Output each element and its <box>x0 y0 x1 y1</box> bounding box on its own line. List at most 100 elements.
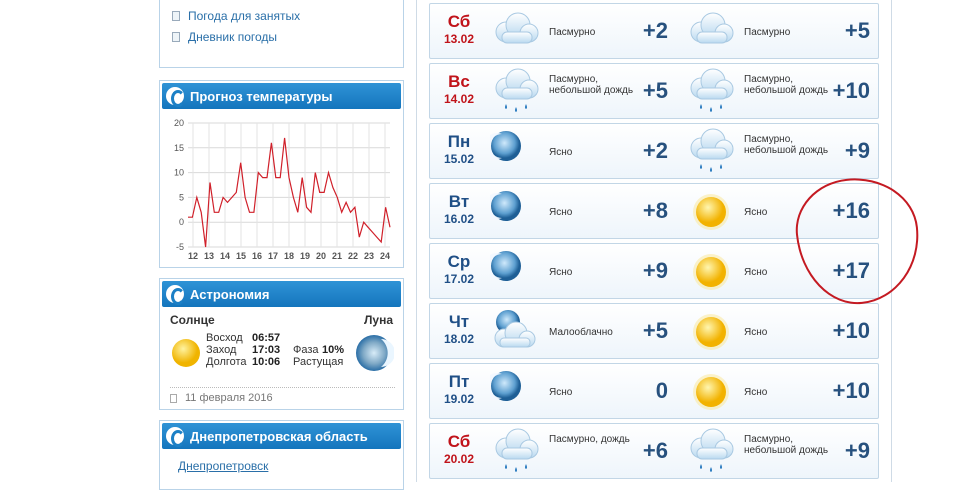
astronomy-box: Астрономия Солнце Луна Восход 06:57 Захо… <box>159 278 404 410</box>
forecast-row[interactable]: Сб 20.02 Пасмурно, дождь +6 Пасмурно, не… <box>429 423 879 479</box>
temperature-night: +10 <box>832 78 870 103</box>
chart-x-tick: 16 <box>252 251 262 261</box>
temperature-night: +9 <box>844 438 870 463</box>
moon-icon <box>484 368 542 416</box>
day-date: 15.02 <box>443 152 475 166</box>
forecast-row[interactable]: Пт 19.02 Ясно 0 Ясно +10 <box>429 363 879 419</box>
link-label: Дневник погоды <box>188 29 278 44</box>
day-name: Пт <box>448 372 470 391</box>
forecast-row[interactable]: Сб 13.02 Пасмурно +2 Пасмурно +5 <box>429 3 879 59</box>
cloud-icon <box>490 8 542 56</box>
forecast-row[interactable]: Чт 18.02 Малооблачно +5 Ясно +10 <box>429 303 879 359</box>
gismeteo-logo-icon <box>166 427 185 447</box>
forecast-day: Ср 17.02 <box>430 244 488 287</box>
forecast-day: Вт 16.02 <box>430 184 488 227</box>
forecast-day: Пт 19.02 <box>430 364 488 407</box>
moon-icon <box>484 188 542 236</box>
forecast-row[interactable]: Пн 15.02 Ясно +2 Пасмурно, небольшой дож… <box>429 123 879 179</box>
forecast-day: Чт 18.02 <box>430 304 488 347</box>
region-header: Днепропетровская область <box>162 423 401 449</box>
chart-x-tick: 18 <box>284 251 294 261</box>
sun-icon <box>685 188 737 236</box>
sun-icon <box>685 308 737 356</box>
document-icon <box>172 10 180 21</box>
forecast-day: Пн 15.02 <box>430 124 488 167</box>
cloud-rain-icon <box>490 428 542 476</box>
day-name: Ср <box>447 252 471 271</box>
day-name: Вт <box>448 192 470 211</box>
cloud-rain-icon <box>490 68 542 116</box>
link-label: Погода для занятых <box>188 8 301 23</box>
sun-icon <box>172 339 200 367</box>
chart-x-tick: 12 <box>188 251 198 261</box>
day-name: Сб <box>447 432 471 451</box>
region-city-link[interactable]: Днепропетровск <box>178 459 268 473</box>
moon-cloud-icon <box>490 308 542 356</box>
forecast-row[interactable]: Вс 14.02 Пасмурно, небольшой дождь +5 Па… <box>429 63 879 119</box>
document-icon <box>172 31 180 42</box>
chart-y-tick: 15 <box>174 143 184 153</box>
forecast-day: Вс 14.02 <box>430 64 488 107</box>
link-weather-busy[interactable]: Погода для занятых <box>172 5 403 26</box>
day-name: Сб <box>447 12 471 31</box>
chart-x-tick: 21 <box>332 251 342 261</box>
chart-x-tick: 15 <box>236 251 246 261</box>
chart-y-tick: -5 <box>176 242 184 252</box>
forecast-day: Сб 20.02 <box>430 424 488 467</box>
day-date: 19.02 <box>443 392 475 406</box>
day-name: Вс <box>448 72 470 91</box>
moon-label: Луна <box>364 313 394 327</box>
chart-title: Прогноз температуры <box>190 88 333 104</box>
sun-label: Солнце <box>170 313 215 327</box>
temperature-day: +6 <box>642 438 668 463</box>
temperature-night: +10 <box>832 318 870 343</box>
sunrise-label: Восход <box>206 332 243 344</box>
link-weather-diary[interactable]: Дневник погоды <box>172 26 403 47</box>
day-date: 20.02 <box>443 452 475 466</box>
astro-header: Астрономия <box>162 281 401 307</box>
chart-x-tick: 13 <box>204 251 214 261</box>
cloud-rain-icon <box>685 428 737 476</box>
chart-x-tick: 22 <box>348 251 358 261</box>
moon-icon <box>484 128 542 176</box>
temperature-chart: 20 15 10 5 0 -5 12 13 14 15 16 17 18 19 20 21 22 23 24 <box>174 118 391 261</box>
sun-icon <box>685 368 737 416</box>
moon-icon <box>484 248 542 296</box>
region-title: Днепропетровская область <box>190 428 368 444</box>
gismeteo-logo-icon <box>166 87 185 107</box>
sunset-label: Заход <box>206 344 237 356</box>
day-name: Пн <box>447 132 471 151</box>
cloud-rain-icon <box>685 128 737 176</box>
day-date: 16.02 <box>443 212 475 226</box>
sun-icon <box>685 248 737 296</box>
sunset-time: 17:03 <box>252 344 281 356</box>
daylength-value: 10:06 <box>252 356 281 368</box>
chart-y-tick: 0 <box>179 217 184 227</box>
temperature-day: +8 <box>642 198 668 223</box>
cloud-rain-icon <box>685 68 737 116</box>
astro-date-text: 11 февраля 2016 <box>185 392 273 404</box>
document-icon <box>170 393 177 403</box>
moon-phase-value: 10% <box>322 344 345 356</box>
chart-y-tick: 20 <box>174 118 184 128</box>
day-date: 14.02 <box>443 92 475 106</box>
chart-x-tick: 23 <box>364 251 374 261</box>
temperature-day: +5 <box>642 318 668 343</box>
moon-phase-label: Фаза <box>293 344 319 356</box>
sunrise-time: 06:57 <box>252 332 281 344</box>
astro-date: 11 февраля 2016 <box>170 387 395 404</box>
astro-title: Астрономия <box>190 286 270 302</box>
cloud-icon <box>685 8 737 56</box>
moon-phase-icon <box>356 335 394 371</box>
temperature-night: +10 <box>832 378 870 403</box>
moon-phase-state: Растущая <box>293 356 344 368</box>
chart-x-tick: 14 <box>220 251 230 261</box>
temperature-day: 0 <box>655 378 668 403</box>
quick-links-box: Погода для занятых Дневник погоды <box>159 0 404 68</box>
temperature-chart-box: Прогноз температуры 20 15 10 5 0 -5 12 13 14 15 16… <box>159 80 404 268</box>
day-name: Чт <box>448 312 470 331</box>
day-date: 17.02 <box>443 272 475 286</box>
daylength-label: Долгота <box>206 356 247 368</box>
temperature-day: +9 <box>642 258 668 283</box>
chart-x-tick: 20 <box>316 251 326 261</box>
